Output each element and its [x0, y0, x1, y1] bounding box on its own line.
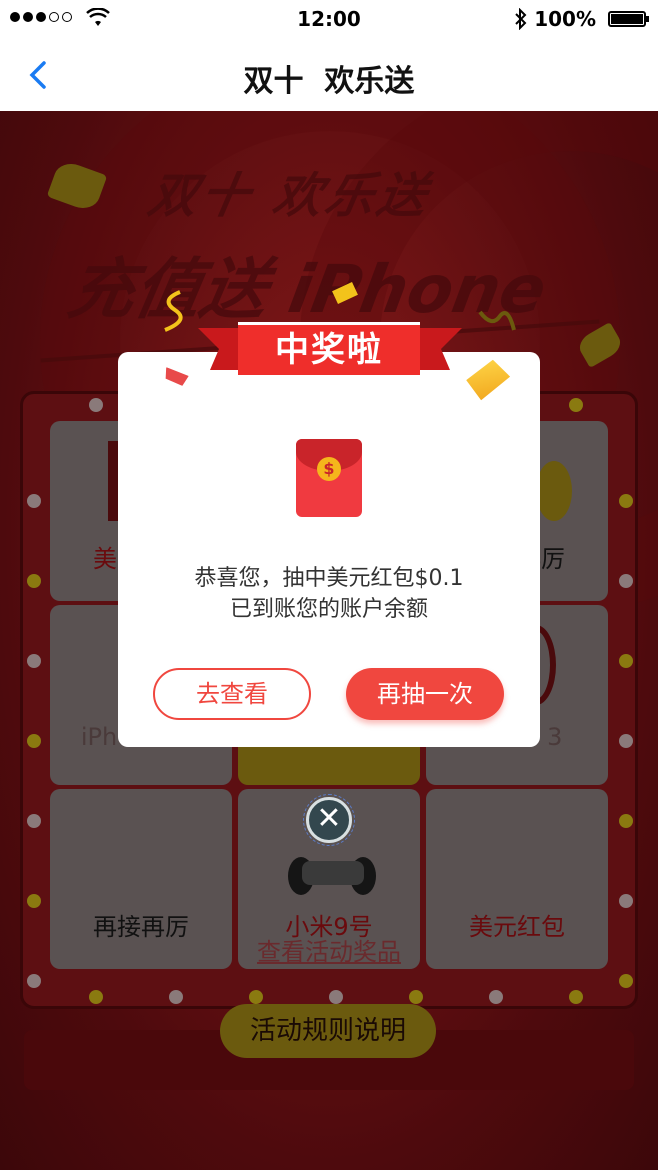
- view-button[interactable]: 去查看: [153, 668, 311, 720]
- red-envelope-icon: $: [296, 439, 362, 517]
- close-icon[interactable]: ✕: [303, 794, 355, 846]
- battery-icon: [608, 11, 649, 27]
- hero-title-line1: 双十 欢乐送: [144, 168, 435, 224]
- nav-bar: 双十 欢乐送: [0, 38, 658, 112]
- confetti-icon: [478, 310, 516, 331]
- dollar-coin-icon: $: [317, 457, 341, 481]
- rules-button[interactable]: 活动规则说明: [220, 1004, 436, 1058]
- view-prizes-link[interactable]: 查看活动奖品: [0, 932, 658, 967]
- bluetooth-icon: [515, 8, 527, 30]
- win-message-detail: 已到账您的账户余额: [229, 597, 428, 622]
- status-bar: 12:00 100%: [0, 0, 658, 38]
- win-banner: 中奖啦: [238, 322, 420, 378]
- confetti-icon: [164, 290, 183, 332]
- scooter-image: [288, 849, 378, 895]
- win-message: 恭喜您，抽中美元红包$0.1: [194, 566, 464, 591]
- battery-percent: 100%: [534, 7, 596, 31]
- draw-again-button[interactable]: 再抽一次: [346, 668, 504, 720]
- page-title: 双十 欢乐送: [243, 64, 415, 99]
